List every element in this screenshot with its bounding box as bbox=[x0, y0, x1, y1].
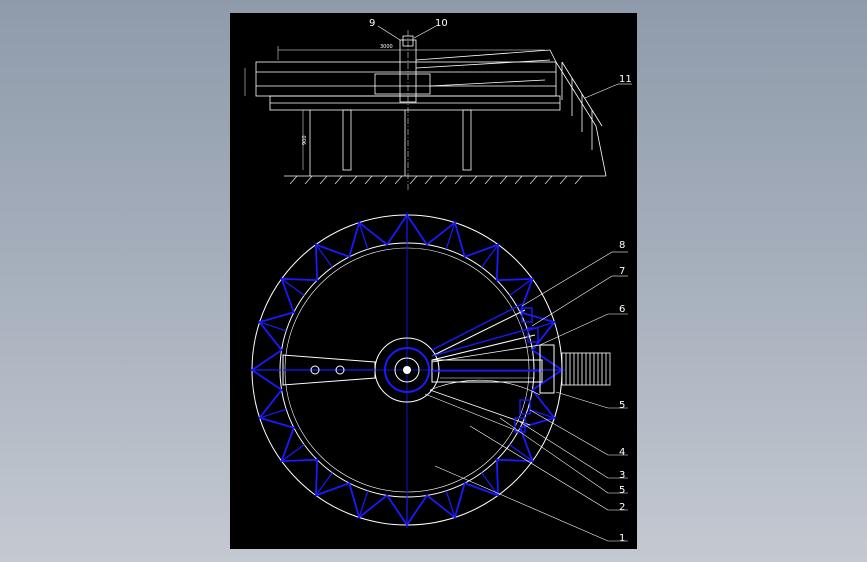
callout-label: 6 bbox=[619, 304, 625, 315]
walkway-stair bbox=[555, 61, 607, 177]
elevation-dimensions: 3000 900 bbox=[302, 44, 393, 145]
callout-label: 5 bbox=[619, 400, 625, 411]
leader-11 bbox=[584, 83, 619, 99]
ground-hatching bbox=[289, 175, 583, 185]
elevation-view bbox=[244, 25, 632, 190]
leader-9 bbox=[377, 25, 401, 41]
leader-10 bbox=[413, 25, 437, 39]
callout-label: 8 bbox=[619, 240, 625, 251]
dimension-top-width: 3000 bbox=[380, 44, 393, 50]
callout-label: 3 bbox=[619, 470, 625, 481]
callout-label: 5 bbox=[619, 485, 625, 496]
callout-label: 10 bbox=[435, 18, 448, 29]
tank-body bbox=[255, 61, 557, 97]
callout-label: 1 bbox=[619, 533, 625, 544]
callout-label: 2 bbox=[619, 502, 625, 513]
mechanical-drawing: 3000 900 9 10 11 8 7 6 5 4 3 5 2 1 bbox=[244, 18, 632, 544]
callout-label: 4 bbox=[619, 447, 625, 458]
plan-callouts: 8 7 6 5 4 3 5 2 1 bbox=[619, 240, 625, 544]
plan-view bbox=[250, 212, 628, 542]
center-cage bbox=[374, 73, 431, 95]
bridge-truss bbox=[415, 49, 557, 63]
support-post bbox=[462, 109, 472, 171]
support-post bbox=[342, 109, 352, 171]
dimension-post-height: 900 bbox=[302, 135, 308, 145]
cad-viewport[interactable]: 3000 900 9 10 11 8 7 6 5 4 3 5 2 1 bbox=[0, 0, 867, 562]
walkway-platform bbox=[561, 352, 611, 386]
callout-label: 11 bbox=[619, 74, 632, 85]
elevation-callouts: 9 10 11 bbox=[369, 18, 632, 85]
callout-label: 9 bbox=[369, 18, 375, 29]
callout-label: 7 bbox=[619, 266, 625, 277]
